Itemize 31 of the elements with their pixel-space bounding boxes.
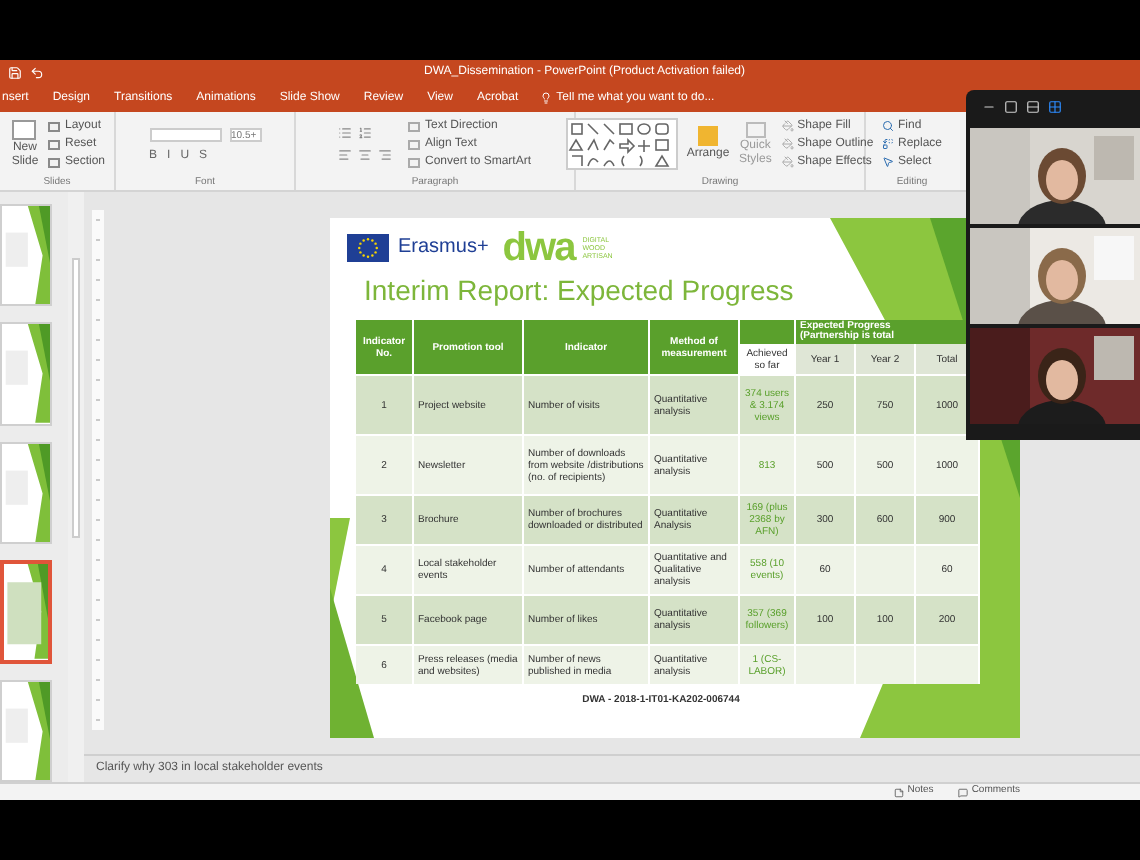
- slide-thumbnail[interactable]: [0, 322, 52, 426]
- shapes-gallery-drawing[interactable]: [566, 118, 679, 170]
- scrollbar-thumb[interactable]: [72, 258, 80, 538]
- paint-bucket-icon: [781, 120, 794, 132]
- undo-icon[interactable]: [30, 65, 44, 79]
- note-icon: [893, 787, 904, 797]
- paint-bucket-icon: [781, 156, 794, 168]
- replace-icon: [881, 138, 894, 150]
- slide-thumbnail[interactable]: [0, 441, 52, 545]
- align-center-icon[interactable]: [358, 148, 373, 162]
- slide-title: Interim Report: Expected Progress: [364, 274, 796, 306]
- eu-flag-icon: [346, 234, 390, 262]
- align-right-icon[interactable]: [378, 148, 393, 162]
- slide-thumbnail[interactable]: [0, 679, 52, 782]
- slide-thumbnail[interactable]: [0, 560, 52, 664]
- search-icon: [881, 120, 894, 132]
- brand-logo: dwa: [502, 228, 575, 268]
- bullets-icon[interactable]: [338, 126, 353, 140]
- comment-icon: [957, 787, 968, 797]
- font-name-field[interactable]: [149, 127, 221, 141]
- save-icon[interactable]: [8, 65, 22, 79]
- align-left-icon[interactable]: [338, 148, 353, 162]
- logo-text: Erasmus+: [398, 238, 489, 258]
- numbering-icon[interactable]: [358, 126, 373, 140]
- paint-bucket-icon: [781, 138, 794, 150]
- slide-thumbnail[interactable]: [0, 204, 52, 307]
- layout-icon[interactable]: [1048, 99, 1062, 113]
- layout-icon[interactable]: [1026, 99, 1040, 113]
- lightbulb-icon: [540, 92, 553, 104]
- layout-icon[interactable]: [1004, 99, 1018, 113]
- pointer-icon: [881, 156, 894, 168]
